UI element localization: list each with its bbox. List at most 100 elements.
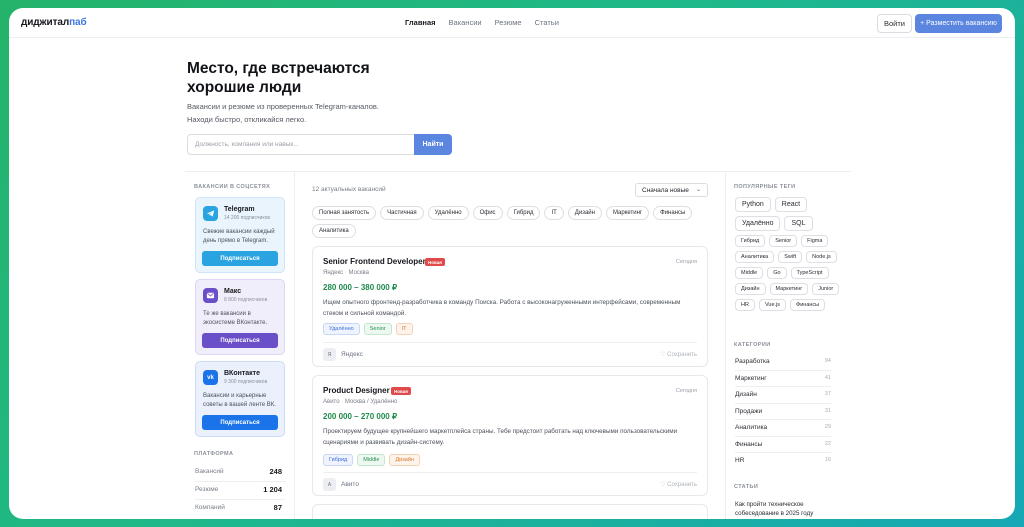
category-row[interactable]: Маркетинг 41 [735,371,831,387]
sort-select[interactable]: Сначала новые ⌄ [635,183,708,197]
company-name[interactable]: Авито [341,481,359,488]
popular-tag[interactable]: Go [767,267,787,279]
hero-subtitle-line: Вакансии и резюме из проверенных Telegra… [187,102,379,111]
job-card[interactable]: Product Designer Новая Сегодня Авито · М… [312,375,708,496]
category-count: 29 [824,424,831,430]
social-name: Макс [224,288,242,295]
job-salary: 200 000 – 270 000 ₽ [323,412,398,421]
subscribe-max-button[interactable]: Подписаться [202,333,278,348]
article-link[interactable]: Как пройти техническое собеседование в 2… [735,500,825,518]
filter-chip[interactable]: Гибрид [506,206,541,220]
nav-resumes[interactable]: Резюме [495,18,522,27]
category-count: 41 [824,374,831,381]
job-title[interactable]: Product Designer [323,386,390,395]
popular-tag[interactable]: Vue.js [758,299,787,311]
filter-chip[interactable]: Финансы [653,206,693,220]
popular-tag[interactable]: Аналитика [735,251,775,263]
category-label: Дизайн [735,391,757,398]
company-name[interactable]: Яндекс [341,351,363,358]
job-tag[interactable]: Senior [363,323,392,335]
filter-chip[interactable]: Маркетинг [605,206,650,220]
filter-chip[interactable]: Аналитика [312,224,356,238]
popular-tag[interactable]: Python [735,197,771,212]
job-card[interactable] [312,504,708,519]
category-label: Продажи [735,407,763,415]
new-badge: Новая [391,387,411,395]
login-button[interactable]: Войти [877,14,912,33]
filter-chip[interactable]: Удалённо [427,206,469,220]
social-section-title: ВАКАНСИИ В СОЦСЕТЯХ [194,184,271,190]
divider [323,342,697,343]
social-name: Telegram [224,206,255,213]
category-row[interactable]: HR 16 [735,453,831,470]
subscribe-telegram-button[interactable]: Подписаться [202,251,278,266]
category-count: 31 [824,407,831,414]
articles-section-title: СТАТЬИ [734,484,759,490]
filter-chip[interactable]: Частичная [380,206,424,220]
filter-chip[interactable]: Полная занятость [312,206,377,220]
popular-tag[interactable]: Junior [812,283,840,295]
categories-section-title: КАТЕГОРИИ [734,342,771,348]
job-meta: Авито · Москва / Удалённо [323,399,398,405]
job-tag[interactable]: Дизайн [389,454,420,466]
divider [725,172,726,519]
popular-tag[interactable]: Swift [778,251,803,263]
job-card[interactable]: Senior Frontend Developer Новая Сегодня … [312,246,708,367]
save-button[interactable]: ♡ Сохранить [660,481,697,488]
divider [185,171,851,172]
divider [323,472,697,473]
popular-tag[interactable]: TypeScript [790,267,829,279]
nav-articles[interactable]: Статьи [535,18,559,27]
category-row[interactable]: Разработка 94 [735,354,831,371]
hero-title: Место, где встречаются хорошие люди [187,60,370,96]
category-label: Финансы [735,440,763,448]
job-tag[interactable]: IT [395,323,413,335]
popular-tags: Python React Удалённо SQL Гибрид Senior … [735,197,845,311]
hero-subtitle-line: Находи быстро, откликайся легко. [187,115,307,124]
social-card-max: Макс 8 800 подписчиков Те же вакансии в … [195,279,285,355]
job-tag[interactable]: Удалённо [323,323,360,335]
social-description: Вакансии и карьерные советы в вашей лент… [203,393,276,408]
nav-vacancies[interactable]: Вакансии [449,18,482,27]
social-description: Свежие вакансии каждый день прямо в Tele… [203,229,275,244]
job-date: Сегодня [675,259,697,265]
category-row[interactable]: Дизайн 37 [735,387,831,404]
popular-tag[interactable]: Дизайн [735,283,766,295]
popular-tag[interactable]: Гибрид [735,235,766,247]
hero-subtitle: Вакансии и резюме из проверенных Telegra… [187,100,417,126]
subscribe-vk-button[interactable]: Подписаться [202,415,278,430]
main-nav: Главная Вакансии Резюме Статьи [405,18,559,27]
platform-section-title: ПЛАТФОРМА [194,451,234,457]
divider [294,172,295,519]
category-row[interactable]: Финансы 22 [735,437,831,453]
popular-tag[interactable]: Маркетинг [769,283,809,295]
popular-tag[interactable]: Figma [801,235,829,247]
filter-chip[interactable]: IT [544,206,564,220]
popular-tag[interactable]: Финансы [790,299,826,311]
category-row[interactable]: Аналитика 29 [735,420,831,437]
logo[interactable]: диджиталпаб [21,17,87,28]
save-button[interactable]: ♡ Сохранить [660,351,697,358]
search-input[interactable]: Должность, компания или навык... [187,134,414,155]
popular-tag[interactable]: React [774,197,808,212]
filter-chip[interactable]: Дизайн [567,206,602,220]
new-badge: Новая [425,258,445,266]
popular-tag[interactable]: Senior [769,235,798,247]
job-tag[interactable]: Middle [357,454,386,466]
stat-label: Резюме [195,486,219,493]
company-avatar: А [323,478,336,491]
popular-tag[interactable]: HR [735,299,755,311]
post-vacancy-button[interactable]: + Разместить вакансию [915,14,1002,33]
search-button[interactable]: Найти [414,134,452,155]
job-title[interactable]: Senior Frontend Developer [323,257,426,266]
job-tag[interactable]: Гибрид [323,454,354,466]
filter-chip[interactable]: Офис [472,206,503,220]
vacancy-count: 12 актуальных вакансий [312,186,386,193]
category-row[interactable]: Продажи 31 [735,404,831,420]
category-label: Маркетинг [735,374,767,382]
popular-tag[interactable]: SQL [784,216,813,231]
popular-tag[interactable]: Node.js [806,251,837,263]
nav-home[interactable]: Главная [405,18,436,27]
popular-tag[interactable]: Middle [735,267,764,279]
popular-tag[interactable]: Удалённо [735,216,781,231]
